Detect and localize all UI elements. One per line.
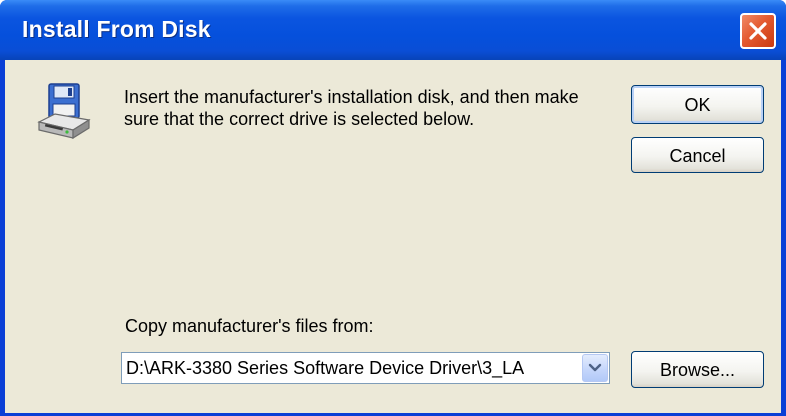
dialog-title: Install From Disk bbox=[22, 16, 211, 42]
title-bar[interactable]: Install From Disk bbox=[0, 0, 786, 60]
dialog-body: Insert the manufacturer's installation d… bbox=[5, 60, 781, 413]
cancel-button[interactable]: Cancel bbox=[631, 137, 764, 173]
copy-files-label: Copy manufacturer's files from: bbox=[125, 316, 374, 336]
browse-button[interactable]: Browse... bbox=[631, 351, 764, 388]
close-button[interactable] bbox=[740, 13, 776, 49]
instruction-message: Insert the manufacturer's installation d… bbox=[124, 87, 579, 129]
close-icon bbox=[749, 22, 767, 40]
chevron-down-icon bbox=[588, 363, 602, 372]
source-path-input[interactable]: D:\ARK-3380 Series Software Device Drive… bbox=[126, 353, 576, 383]
ok-button[interactable]: OK bbox=[631, 85, 764, 124]
source-path-combobox[interactable]: D:\ARK-3380 Series Software Device Drive… bbox=[121, 352, 610, 384]
path-dropdown-button[interactable] bbox=[582, 354, 608, 382]
floppy-disk-drive-icon bbox=[37, 83, 91, 140]
install-from-disk-dialog: Install From Disk Insert the manufacture… bbox=[0, 0, 786, 416]
